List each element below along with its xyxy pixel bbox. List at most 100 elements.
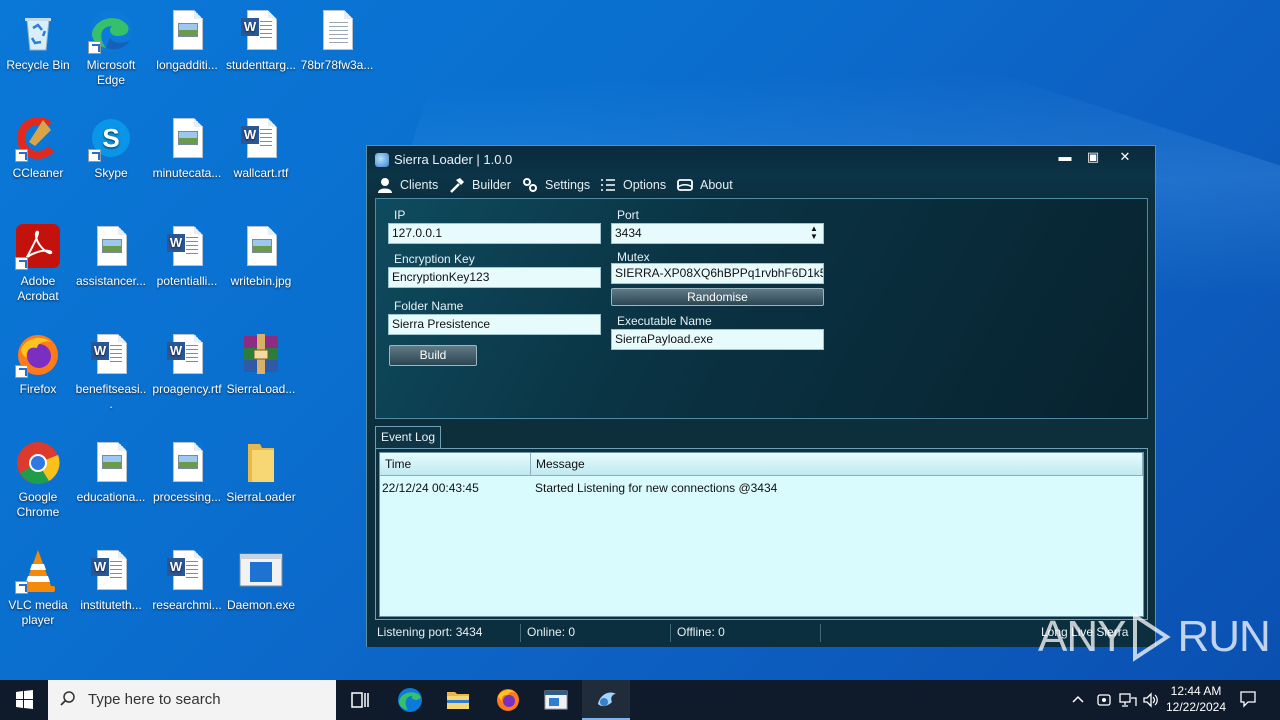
word-document-icon: W <box>164 224 210 270</box>
taskbar-sierra-loader[interactable] <box>582 680 630 720</box>
desktop-icon-proagency[interactable]: W proagency.rtf <box>149 332 225 397</box>
desktop-icon-vlc[interactable]: VLC media player <box>0 548 76 628</box>
desktop-icon-google-chrome[interactable]: Google Chrome <box>0 440 76 520</box>
column-header-time[interactable]: Time <box>380 453 531 476</box>
desktop-icon-label: potentialli... <box>156 274 218 288</box>
search-placeholder: Type here to search <box>88 691 221 708</box>
acrobat-icon <box>15 224 61 270</box>
shortcut-arrow-icon <box>88 149 101 162</box>
sierra-loader-window: Sierra Loader | 1.0.0 ▬ ▣ ✕ Clients Buil… <box>366 145 1156 647</box>
desktop-icon-sierraload-archive[interactable]: SierraLoad... <box>223 332 299 397</box>
ip-input[interactable]: 127.0.0.1 <box>388 223 601 244</box>
desktop-icon-wallcart[interactable]: W wallcart.rtf <box>223 116 299 181</box>
clock-date: 12/22/2024 <box>1165 700 1227 714</box>
column-header-message[interactable]: Message <box>531 453 1143 476</box>
menu-label: Options <box>623 178 667 192</box>
desktop-icon-longadditi[interactable]: longadditi... <box>149 8 225 73</box>
shortcut-arrow-icon <box>15 365 28 378</box>
search-icon <box>60 691 75 706</box>
taskbar-edge[interactable] <box>386 680 434 720</box>
show-hidden-icons-button[interactable] <box>1071 692 1085 709</box>
anyrun-watermark: ANY RUN <box>1038 612 1271 662</box>
action-center-button[interactable] <box>1239 690 1257 711</box>
desktop-icon-label: Adobe Acrobat <box>17 274 59 303</box>
desktop-icon-educationa[interactable]: educationa... <box>73 440 149 505</box>
desktop-icon-label: minutecata... <box>152 166 222 180</box>
tray-volume[interactable] <box>1142 692 1160 711</box>
desktop-icon-microsoft-edge[interactable]: Microsoft Edge <box>73 8 149 88</box>
table-row[interactable]: 22/12/24 00:43:45 Started Listening for … <box>380 479 1143 497</box>
desktop-icon-ccleaner[interactable]: CCleaner <box>0 116 76 181</box>
desktop-icon-writebin[interactable]: writebin.jpg <box>223 224 299 289</box>
port-spinner[interactable]: 3434 ▲ ▼ <box>611 223 824 244</box>
tray-network[interactable] <box>1119 692 1137 711</box>
start-button[interactable] <box>0 680 48 720</box>
row-time: 22/12/24 00:43:45 <box>382 481 479 495</box>
tray-security[interactable] <box>1096 692 1112 711</box>
desktop-icon-studenttarg[interactable]: W studenttarg... <box>223 8 299 73</box>
desktop-icon-assistancer[interactable]: assistancer... <box>73 224 149 289</box>
desktop-icon-benefitseasi[interactable]: W benefitseasi... <box>73 332 149 412</box>
desktop-icon-processing[interactable]: processing... <box>149 440 225 505</box>
close-button[interactable]: ✕ <box>1109 146 1141 170</box>
port-label: Port <box>617 208 640 222</box>
image-file-icon <box>164 8 210 54</box>
menu-options[interactable]: Options <box>600 177 666 193</box>
folder-name-label: Folder Name <box>394 299 464 313</box>
executable-name-label: Executable Name <box>617 314 712 328</box>
image-file-icon <box>88 440 134 486</box>
encryption-key-label: Encryption Key <box>394 252 475 266</box>
taskbar-search-box[interactable]: Type here to search <box>48 680 336 720</box>
build-button[interactable]: Build <box>389 345 477 366</box>
desktop-icon-researchmi[interactable]: W researchmi... <box>149 548 225 613</box>
desktop-icon-label: CCleaner <box>12 166 64 180</box>
taskbar-clock[interactable]: 12:44 AM 12/22/2024 <box>1160 683 1232 715</box>
desktop-icon-daemon[interactable]: Daemon.exe <box>223 548 299 613</box>
task-view-button[interactable] <box>336 680 384 720</box>
tab-event-log[interactable]: Event Log <box>375 426 441 448</box>
desktop-icon-instituteth[interactable]: W instituteth... <box>73 548 149 613</box>
desktop-icon-label: SierraLoader <box>226 490 296 504</box>
menu-about[interactable]: About <box>677 177 733 193</box>
desktop-icon-label: researchmi... <box>152 598 222 612</box>
network-icon <box>1119 693 1137 707</box>
menu-bar: Clients Builder Settings Options About <box>367 174 1155 196</box>
executable-name-input[interactable]: SierraPayload.exe <box>611 329 824 350</box>
menu-clients[interactable]: Clients <box>377 177 438 193</box>
maximize-button[interactable]: ▣ <box>1077 146 1109 170</box>
desktop-icon-recycle-bin[interactable]: Recycle Bin <box>0 8 76 73</box>
window-title: Sierra Loader | 1.0.0 <box>394 152 513 167</box>
desktop-icon-potentialli[interactable]: W potentialli... <box>149 224 225 289</box>
menu-builder[interactable]: Builder <box>449 177 511 193</box>
desktop-icon-label: SierraLoad... <box>226 382 296 396</box>
desktop-icon-adobe-acrobat[interactable]: Adobe Acrobat <box>0 224 76 304</box>
desktop-icon-sierraloader-folder[interactable]: SierraLoader <box>223 440 299 505</box>
image-file-icon <box>164 440 210 486</box>
word-document-icon: W <box>88 548 134 594</box>
randomise-button[interactable]: Randomise <box>611 288 824 306</box>
shortcut-arrow-icon <box>88 41 101 54</box>
desktop-icon-minutecata[interactable]: minutecata... <box>149 116 225 181</box>
edge-icon <box>88 8 134 54</box>
taskbar-firefox[interactable] <box>484 680 532 720</box>
word-document-icon: W <box>164 332 210 378</box>
taskbar-file-explorer[interactable] <box>434 680 482 720</box>
mutex-input[interactable]: SIERRA-XP08XQ6hBPPq1rvbhF6D1k5yy <box>611 263 824 284</box>
encryption-key-input[interactable]: EncryptionKey123 <box>388 267 601 288</box>
desktop-icon-label: Firefox <box>19 382 57 396</box>
desktop-icon-skype[interactable]: S Skype <box>73 116 149 181</box>
winrar-archive-icon <box>238 332 284 378</box>
watermark-right-text: RUN <box>1177 612 1270 661</box>
word-document-icon: W <box>164 548 210 594</box>
folder-name-input[interactable]: Sierra Presistence <box>388 314 601 335</box>
watermark-left-text: ANY <box>1038 612 1126 661</box>
hammer-icon <box>449 177 465 193</box>
taskbar-app-window[interactable] <box>532 680 580 720</box>
spinner-arrows-icon[interactable]: ▲ ▼ <box>810 225 819 241</box>
desktop-icon-78br78fw3a[interactable]: 78br78fw3a... <box>299 8 375 73</box>
window-titlebar[interactable]: Sierra Loader | 1.0.0 ▬ ▣ ✕ <box>367 146 1155 174</box>
word-document-icon: W <box>238 116 284 162</box>
play-triangle-icon <box>1133 612 1172 662</box>
menu-settings[interactable]: Settings <box>522 177 590 193</box>
desktop-icon-firefox[interactable]: Firefox <box>0 332 76 397</box>
